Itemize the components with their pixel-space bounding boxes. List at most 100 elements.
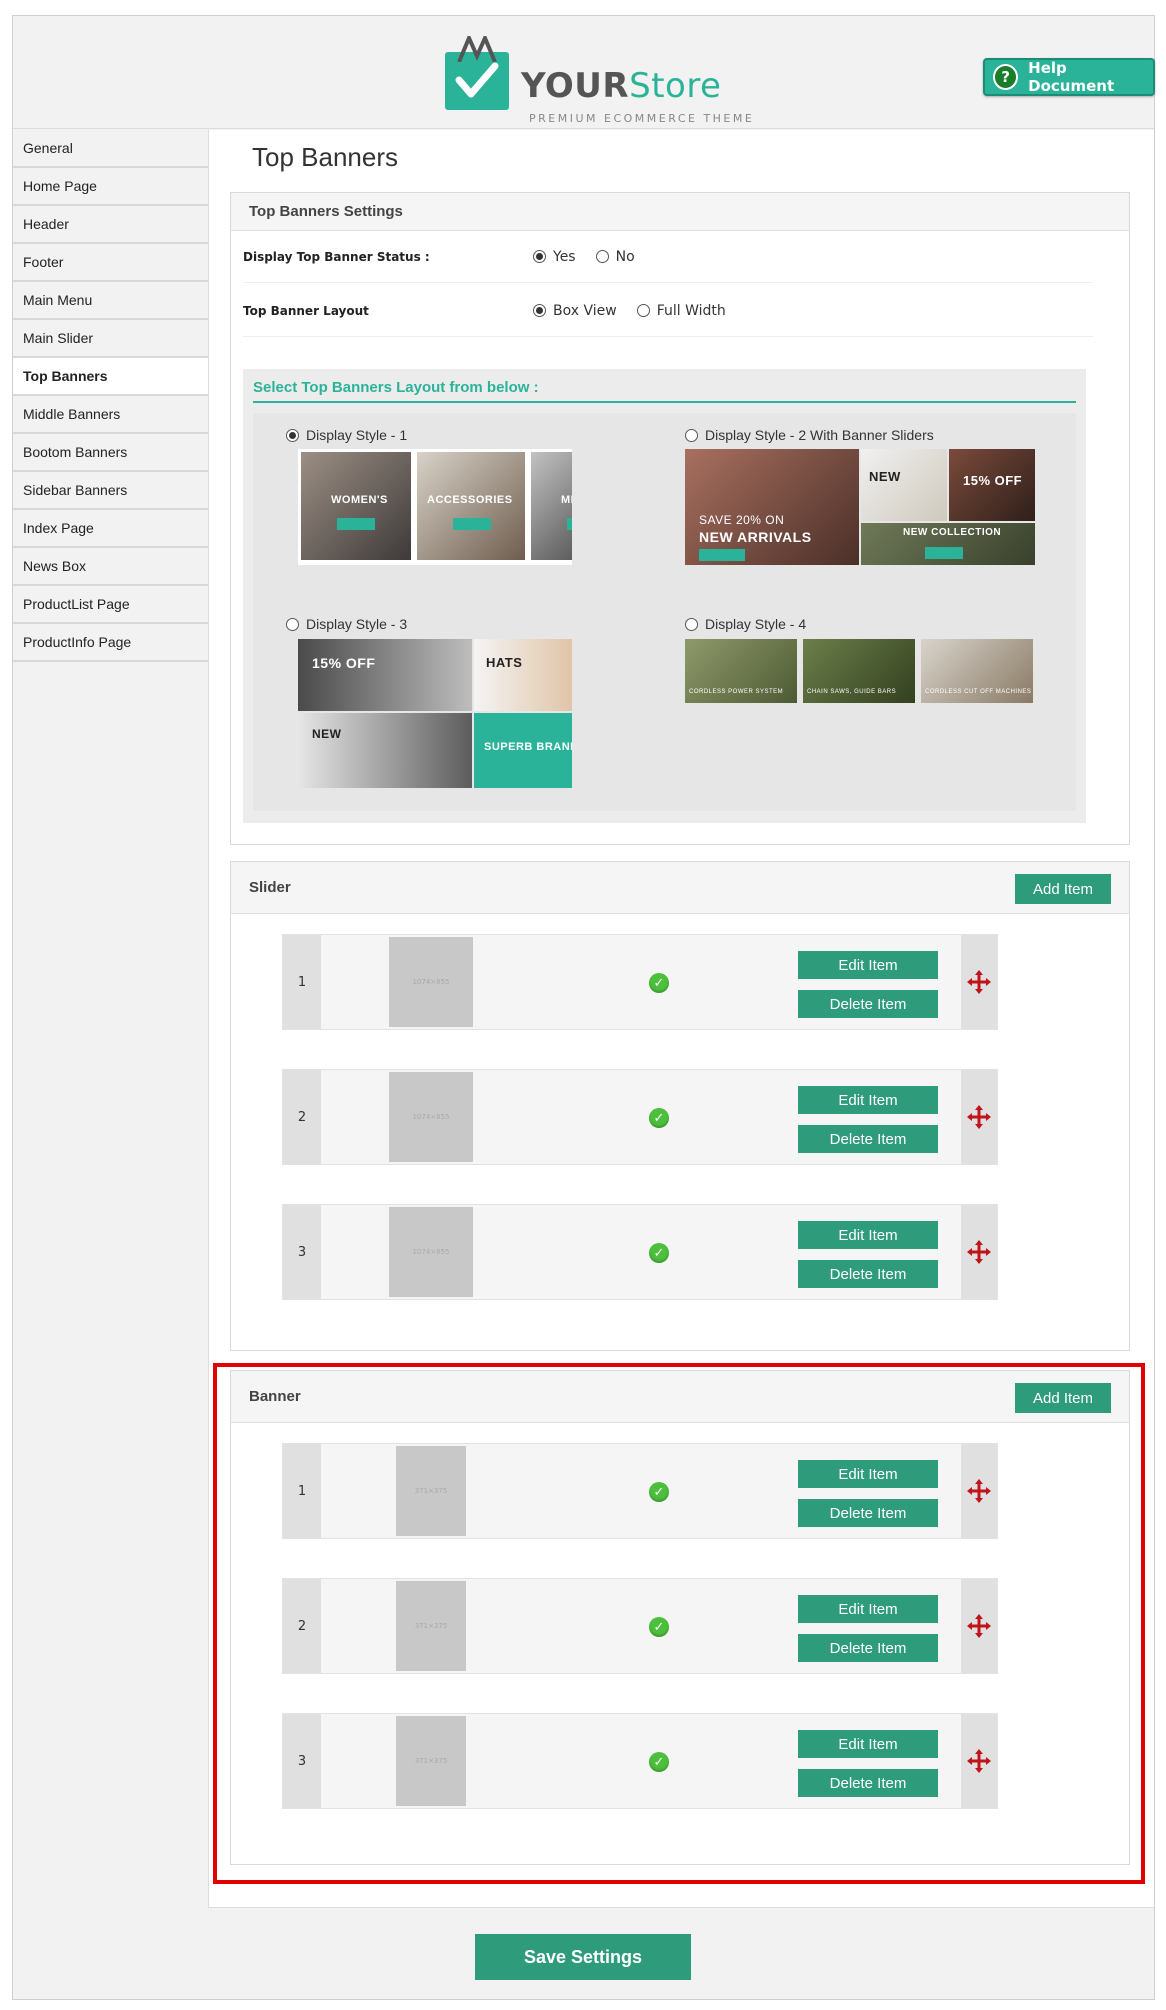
style-2-label: Display Style - 2 With Banner Sliders bbox=[705, 427, 934, 443]
item-thumbnail: 1074×855 bbox=[389, 1072, 473, 1162]
item-thumbnail: 1074×855 bbox=[389, 1207, 473, 1297]
sidebar-item-productlist-page[interactable]: ProductList Page bbox=[13, 586, 208, 624]
shop-now-mini bbox=[567, 518, 572, 530]
page-title: Top Banners bbox=[252, 142, 398, 172]
sidebar-item-general[interactable]: General bbox=[13, 130, 208, 168]
display-style-3-preview[interactable]: 15% OFF HATS NEW SUPERB BRANDS bbox=[298, 639, 572, 788]
display-style-2-option[interactable]: Display Style - 2 With Banner Sliders bbox=[685, 427, 934, 443]
item-number: 3 bbox=[283, 1205, 321, 1299]
sidebar-item-main-menu[interactable]: Main Menu bbox=[13, 282, 208, 320]
store-logo[interactable]: YOURStore PREMIUM ECOMMERCE THEME bbox=[445, 36, 752, 126]
settings-panel-title: Top Banners Settings bbox=[231, 193, 1129, 231]
display-style-1-option[interactable]: Display Style - 1 bbox=[286, 427, 407, 443]
display-style-3-option[interactable]: Display Style - 3 bbox=[286, 616, 407, 632]
sidebar-item-footer[interactable]: Footer bbox=[13, 244, 208, 282]
preview-tile: WOMEN'S bbox=[301, 452, 411, 560]
layout-radio-group: Box View Full Width bbox=[533, 303, 746, 319]
tile-label: SUPERB BRANDS bbox=[484, 741, 572, 753]
tile-label: NEW bbox=[312, 727, 342, 741]
display-style-1-preview[interactable]: WOMEN'S ACCESSORIES MEN'S bbox=[298, 449, 572, 565]
delete-item-button[interactable]: Delete Item bbox=[798, 1125, 938, 1153]
sidebar-item-top-banners[interactable]: Top Banners bbox=[13, 358, 208, 396]
display-style-4-option[interactable]: Display Style - 4 bbox=[685, 616, 806, 632]
edit-item-button[interactable]: Edit Item bbox=[798, 1086, 938, 1114]
tile-label: WOMEN'S bbox=[331, 494, 388, 506]
sidebar-item-sidebar-banners[interactable]: Sidebar Banners bbox=[13, 472, 208, 510]
move-handle[interactable] bbox=[961, 935, 997, 1029]
brand-store: Store bbox=[629, 66, 722, 106]
layout-options-area: Display Style - 1 WOMEN'S ACCESSORIES ME… bbox=[253, 413, 1076, 811]
preview-tile: NEW COLLECTION bbox=[861, 523, 1035, 565]
shop-now-mini bbox=[925, 547, 963, 559]
sidebar-item-bootom-banners[interactable]: Bootom Banners bbox=[13, 434, 208, 472]
move-arrows-icon bbox=[967, 970, 991, 994]
status-no-option[interactable]: No bbox=[595, 248, 635, 265]
top-header: YOURStore PREMIUM ECOMMERCE THEME ? Help… bbox=[13, 16, 1155, 129]
sidebar-item-middle-banners[interactable]: Middle Banners bbox=[13, 396, 208, 434]
radio-button[interactable] bbox=[595, 250, 609, 263]
item-thumbnail: 1074×855 bbox=[389, 937, 473, 1027]
status-yes-option[interactable]: Yes bbox=[533, 249, 576, 265]
status-yes-label: Yes bbox=[553, 248, 576, 265]
sidebar-item-news-box[interactable]: News Box bbox=[13, 548, 208, 586]
radio-button[interactable] bbox=[685, 617, 698, 631]
slider-item-row: 3 1074×855 ✓ Edit Item Delete Item bbox=[282, 1204, 998, 1300]
sidebar-nav: General Home Page Header Footer Main Menu Mai… bbox=[13, 130, 208, 662]
slider-item-row: 2 1074×855 ✓ Edit Item Delete Item bbox=[282, 1069, 998, 1165]
preview-tile: MEN'S bbox=[531, 452, 572, 560]
status-radio-group: Yes No bbox=[533, 249, 655, 265]
sidebar-item-main-slider[interactable]: Main Slider bbox=[13, 320, 208, 358]
radio-button[interactable] bbox=[286, 617, 299, 631]
preview-tile: 15% OFF bbox=[949, 449, 1035, 521]
layout-setting-row: Top Banner Layout Box View Full Width bbox=[243, 285, 1093, 337]
slider-add-item-button[interactable]: Add Item bbox=[1015, 874, 1111, 904]
display-style-4-preview[interactable]: CORDLESS POWER SYSTEM CHAIN SAWS, GUIDE … bbox=[685, 639, 1035, 703]
delete-item-button[interactable]: Delete Item bbox=[798, 1260, 938, 1288]
status-check-icon: ✓ bbox=[649, 1108, 669, 1128]
radio-button[interactable] bbox=[533, 304, 546, 317]
layout-full-width-option[interactable]: Full Width bbox=[636, 303, 726, 319]
save-settings-button[interactable]: Save Settings bbox=[475, 1934, 691, 1980]
preview-tile: 15% OFF bbox=[298, 639, 472, 711]
tile-label: CORDLESS POWER SYSTEM bbox=[689, 689, 784, 695]
tile-label: HATS bbox=[486, 655, 523, 670]
sidebar-item-index-page[interactable]: Index Page bbox=[13, 510, 208, 548]
slider-panel-title: Slider bbox=[249, 879, 291, 896]
edit-item-button[interactable]: Edit Item bbox=[798, 951, 938, 979]
status-check-icon: ✓ bbox=[649, 1243, 669, 1263]
delete-item-button[interactable]: Delete Item bbox=[798, 990, 938, 1018]
slider-item-row: 1 1074×855 ✓ Edit Item Delete Item bbox=[282, 934, 998, 1030]
radio-button[interactable] bbox=[685, 428, 698, 442]
preview-tile: SAVE 20% ON NEW ARRIVALS bbox=[685, 449, 859, 565]
layout-select-title: Select Top Banners Layout from below : bbox=[253, 379, 1076, 403]
tile-label: CHAIN SAWS, GUIDE BARS bbox=[807, 689, 897, 695]
slider-panel: Slider Add Item 1 1074×855 ✓ Edit Item Delet… bbox=[230, 861, 1130, 1351]
preview-tile: NEW bbox=[861, 449, 947, 521]
status-setting-row: Display Top Banner Status : Yes No bbox=[243, 231, 1093, 283]
radio-button[interactable] bbox=[286, 428, 299, 442]
display-style-2-preview[interactable]: SAVE 20% ON NEW ARRIVALS NEW 15% OFF NEW… bbox=[685, 449, 1035, 565]
help-document-button[interactable]: ? Help Document bbox=[983, 58, 1155, 96]
radio-button[interactable] bbox=[636, 304, 650, 317]
sidebar-item-home-page[interactable]: Home Page bbox=[13, 168, 208, 206]
preview-tile: CORDLESS CUT OFF MACHINES bbox=[921, 639, 1033, 703]
tile-label: CORDLESS CUT OFF MACHINES bbox=[925, 689, 1032, 695]
layout-label: Top Banner Layout bbox=[243, 303, 369, 318]
tile-label: NEW ARRIVALS bbox=[699, 529, 812, 545]
radio-button[interactable] bbox=[533, 250, 546, 263]
status-no-label: No bbox=[615, 248, 635, 265]
preview-tile: CORDLESS POWER SYSTEM bbox=[685, 639, 797, 703]
sidebar-item-header[interactable]: Header bbox=[13, 206, 208, 244]
sidebar-item-productinfo-page[interactable]: ProductInfo Page bbox=[13, 624, 208, 662]
move-handle[interactable] bbox=[961, 1070, 997, 1164]
move-handle[interactable] bbox=[961, 1205, 997, 1299]
edit-item-button[interactable]: Edit Item bbox=[798, 1221, 938, 1249]
layout-selector: Select Top Banners Layout from below : D… bbox=[243, 369, 1086, 823]
box-view-label: Box View bbox=[553, 302, 617, 319]
shop-now-mini bbox=[453, 518, 491, 530]
preview-tile: SUPERB BRANDS bbox=[474, 713, 572, 788]
layout-box-view-option[interactable]: Box View bbox=[533, 303, 617, 319]
slider-panel-header: Slider Add Item bbox=[231, 862, 1129, 914]
tile-label: 15% OFF bbox=[963, 473, 1023, 488]
status-label: Display Top Banner Status : bbox=[243, 249, 430, 264]
